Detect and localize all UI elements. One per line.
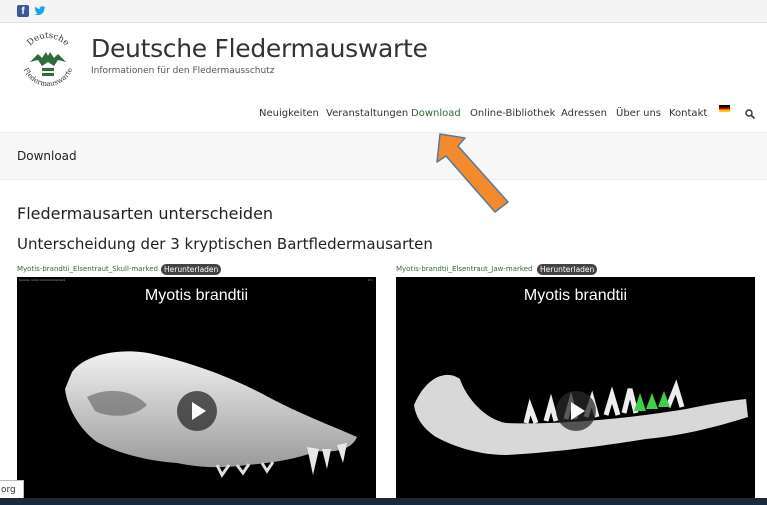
video-file-link-skull[interactable]: Myotis-brandtii_Elsentraut_Skull-marked xyxy=(17,265,158,273)
breadcrumb-bar xyxy=(0,132,767,180)
nav-item-neuigkeiten[interactable]: Neuigkeiten xyxy=(259,108,319,119)
site-title[interactable]: Deutsche Fledermauswarte xyxy=(91,34,428,63)
page-heading: Fledermausarten unterscheiden xyxy=(17,204,274,223)
nav-item-download[interactable]: Download xyxy=(411,108,461,119)
site-logo[interactable]: Deutsche Fledermauswarte xyxy=(16,32,80,92)
section-heading: Unterscheidung der 3 kryptischen Bartfle… xyxy=(17,235,433,253)
facebook-icon[interactable]: f xyxy=(17,5,29,17)
search-icon[interactable] xyxy=(745,109,755,119)
annotation-arrow xyxy=(436,133,509,213)
top-bar: f xyxy=(0,0,767,23)
download-button-skull[interactable]: Herunterladen xyxy=(161,264,222,275)
video-player-jaw[interactable]: Myotis brandtii xyxy=(396,277,755,505)
play-button[interactable] xyxy=(177,391,217,431)
nav-item-veranstaltungen[interactable]: Veranstaltungen xyxy=(326,108,408,119)
taskbar xyxy=(0,498,767,505)
play-button[interactable] xyxy=(556,391,596,431)
twitter-icon[interactable] xyxy=(34,5,46,17)
nav-item-kontakt[interactable]: Kontakt xyxy=(669,108,707,119)
breadcrumb: Download xyxy=(17,149,77,163)
german-flag-icon[interactable] xyxy=(719,105,730,112)
nav-item-adressen[interactable]: Adressen xyxy=(561,108,607,119)
svg-text:Deutsche: Deutsche xyxy=(25,32,70,48)
status-url: org xyxy=(0,480,24,500)
video-player-skull[interactable]: Source: xxxx.xx/xxxxx/xx/xxxx 0:1 Myotis… xyxy=(17,277,376,505)
download-button-jaw[interactable]: Herunterladen xyxy=(537,264,598,275)
nav-item-online-bibliothek[interactable]: Online-Bibliothek xyxy=(470,108,555,119)
video-file-link-jaw[interactable]: Myotis-brandtii_Elsentraut_Jaw-marked xyxy=(396,265,532,273)
nav-item-ueber-uns[interactable]: Über uns xyxy=(616,108,661,119)
site-tagline: Informationen für den Fledermausschutz xyxy=(91,66,275,76)
